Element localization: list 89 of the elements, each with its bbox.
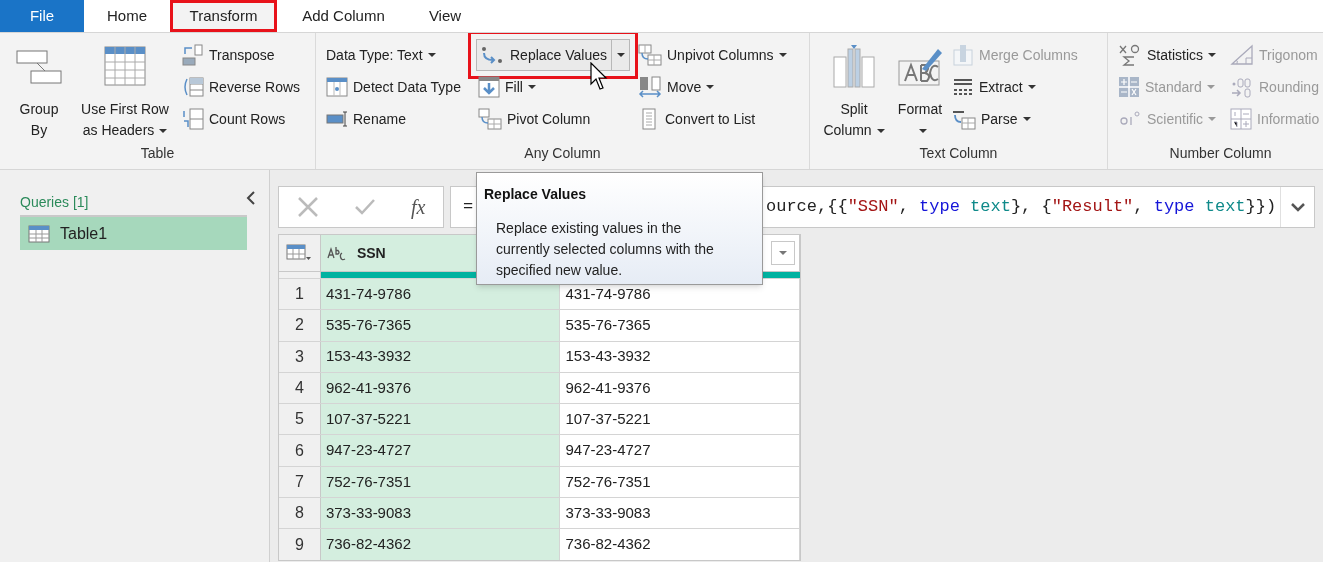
ribbon-button[interactable]: Statistics <box>1116 40 1220 70</box>
ribbon-button[interactable]: Rename <box>324 104 410 134</box>
ribbon-button[interactable]: Data Type: Text <box>324 40 440 70</box>
rounding-icon <box>1230 76 1254 98</box>
collapse-icon[interactable] <box>245 190 257 206</box>
dropdown-caret-icon <box>1208 53 1216 57</box>
statistics-icon <box>1118 44 1142 66</box>
ribbon-button[interactable]: Format <box>892 39 948 141</box>
ribbon-tab[interactable]: Transform <box>170 0 277 32</box>
ribbon-button[interactable]: Convert to List <box>636 104 760 134</box>
fill-down-icon <box>478 76 500 98</box>
dropdown-caret-icon <box>1027 85 1036 89</box>
dropdown-caret-icon <box>876 129 885 134</box>
ribbon-button[interactable]: Split Column <box>818 39 890 141</box>
ribbon-button[interactable]: Parse <box>950 104 1035 134</box>
table-cell: 431-74-9786 <box>320 279 561 310</box>
ribbon-button[interactable]: Transpose <box>180 40 279 70</box>
table-icon <box>28 224 50 243</box>
ribbon-button[interactable]: Detect Data Type <box>324 72 465 102</box>
count-rows-icon <box>182 108 204 130</box>
check-icon[interactable] <box>353 198 376 216</box>
split-column-icon <box>830 43 878 91</box>
table-menu-icon[interactable] <box>286 244 313 262</box>
fx-button[interactable]: fx <box>410 192 426 222</box>
standard-operations-icon <box>1118 76 1140 98</box>
ribbon-tab[interactable]: File <box>0 0 84 32</box>
group-label: Table <box>139 144 176 163</box>
table-cell: 535-76-7365 <box>320 310 561 341</box>
dropdown-caret-icon <box>1022 117 1031 121</box>
table-cell: 962-41-9376 <box>320 372 561 404</box>
extract-icon <box>952 76 974 98</box>
dropdown-caret-icon <box>616 53 625 57</box>
group-label: Text Column <box>918 144 999 163</box>
information-icon <box>1230 108 1252 130</box>
dropdown-caret-icon <box>527 85 536 89</box>
ribbon-tab[interactable]: Add Column <box>277 0 410 32</box>
rename-icon <box>326 108 348 130</box>
ribbon-button[interactable]: Group By <box>8 39 70 141</box>
ribbon-button[interactable]: Pivot Column <box>476 104 595 134</box>
ribbon-tab[interactable]: View <box>410 0 480 32</box>
table-cell: 107-37-5221 <box>320 404 561 435</box>
table-cell: 153-43-3932 <box>320 341 561 372</box>
ribbon-button[interactable]: Unpivot Columns <box>636 40 791 70</box>
merge-columns-icon <box>952 44 974 66</box>
ribbon-button[interactable]: Use First Row as Headers <box>72 39 178 141</box>
dropdown-caret-icon <box>779 251 787 255</box>
group-label: Any Column <box>523 144 602 163</box>
row-number: 6 <box>279 435 321 466</box>
table-cell: 752-76-7351 <box>320 466 561 498</box>
ribbon-tab[interactable]: Home <box>84 0 170 32</box>
row-number: 8 <box>279 498 321 529</box>
row-number: 5 <box>279 404 321 435</box>
detect-type-icon <box>326 76 348 98</box>
move-columns-icon <box>638 76 662 98</box>
table-cell: 373-33-9083 <box>320 498 561 529</box>
ribbon-button[interactable]: Reverse Rows <box>180 72 305 102</box>
row-number: 3 <box>279 341 321 372</box>
replace-values-icon <box>479 44 505 66</box>
table-cell: 736-82-4362 <box>320 529 561 560</box>
queries-heading: Queries [1] <box>20 193 90 212</box>
mouse-pointer-icon <box>590 62 610 92</box>
dropdown-caret-icon <box>778 53 787 57</box>
row-number: 2 <box>279 310 321 341</box>
dropdown-caret-icon <box>918 129 927 134</box>
ribbon-button[interactable]: Count Rows <box>180 104 290 134</box>
tooltip-title: Replace Values <box>484 185 587 204</box>
dropdown-caret-icon <box>706 85 715 89</box>
row-number: 4 <box>279 372 321 404</box>
group-label: Number Column <box>1168 144 1273 163</box>
query-item[interactable]: Table1 <box>20 215 247 250</box>
column-filter-button[interactable] <box>771 241 795 265</box>
parse-icon <box>952 108 976 130</box>
transpose-icon <box>182 44 204 66</box>
pivot-column-icon <box>478 108 502 130</box>
unpivot-columns-icon <box>638 44 662 66</box>
dropdown-caret-icon <box>159 129 168 134</box>
dropdown-caret-icon <box>1208 117 1217 121</box>
row-number: 1 <box>279 279 321 310</box>
row-number: 9 <box>279 529 321 560</box>
ribbon-button[interactable]: Fill <box>476 72 540 102</box>
table-cell: 947-23-4727 <box>320 435 561 466</box>
row-number: 7 <box>279 466 321 498</box>
ribbon-button[interactable]: Move <box>636 72 719 102</box>
ribbon-button[interactable]: Extract <box>950 72 1040 102</box>
trigonometry-icon <box>1230 44 1254 66</box>
cancel-icon[interactable] <box>296 196 319 218</box>
dropdown-caret-icon <box>1206 85 1215 89</box>
reverse-rows-icon <box>182 76 204 98</box>
dropdown-caret-icon <box>427 53 436 57</box>
